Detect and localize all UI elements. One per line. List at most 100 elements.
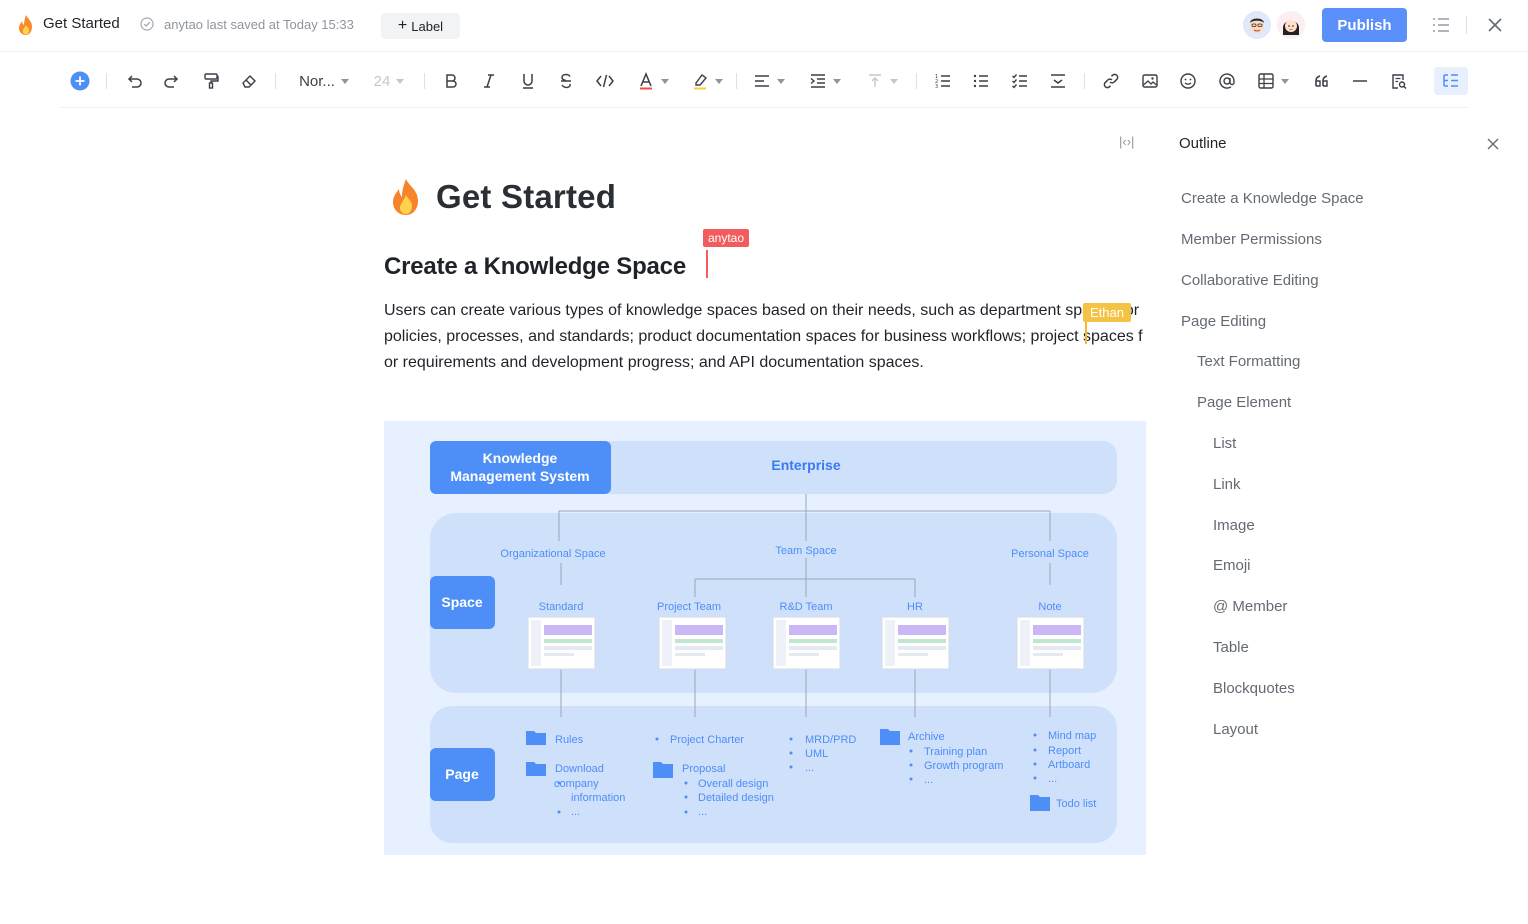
outline-item[interactable]: Text Formatting (1197, 353, 1300, 370)
avatar[interactable] (1241, 9, 1273, 41)
clear-format-button[interactable] (237, 67, 261, 95)
save-status: anytao last saved at Today 15:33 (164, 17, 354, 32)
ordered-list-button[interactable]: 123 (931, 67, 955, 95)
chevron-down-icon (340, 78, 349, 84)
outline-item[interactable]: Emoji (1213, 557, 1251, 574)
find-replace-button[interactable] (1387, 67, 1411, 95)
font-size-select[interactable]: 24 (370, 67, 408, 95)
text-color-button[interactable] (632, 67, 674, 95)
bold-button[interactable] (439, 67, 463, 95)
divider (275, 73, 276, 89)
format-painter-button[interactable] (199, 67, 223, 95)
bullet (684, 795, 688, 799)
italic-button[interactable] (477, 67, 501, 95)
indent-icon (810, 74, 825, 88)
mention-button[interactable] (1215, 67, 1239, 95)
space-thumbnail (772, 616, 841, 670)
plus-icon: + (397, 17, 408, 34)
add-label-button[interactable]: + Label (381, 13, 460, 39)
chevron-down-icon (777, 78, 785, 84)
underline-icon (523, 74, 533, 89)
outline-item[interactable]: Page Editing (1181, 313, 1266, 330)
outline-item[interactable]: @ Member (1213, 598, 1287, 615)
chevron-down-icon (833, 78, 841, 84)
space-label: Space (441, 594, 482, 610)
expand-width-icon[interactable]: |‹›| (1119, 134, 1134, 149)
font-size-value: 24 (373, 72, 391, 90)
space-name: HR (907, 601, 923, 613)
outline-item[interactable]: Layout (1213, 721, 1258, 738)
task-list-button[interactable] (1008, 67, 1032, 95)
inline-code-button[interactable] (593, 67, 617, 95)
knowledge-system-diagram[interactable]: Knowledge Management System Enterprise S… (384, 421, 1146, 855)
emoji-icon (1180, 73, 1196, 89)
space-thumbnail (881, 616, 950, 670)
line-height-button[interactable] (864, 67, 900, 95)
bullet-list-button[interactable] (969, 67, 993, 95)
blockquote-button[interactable] (1310, 67, 1334, 95)
divider-button[interactable] (1348, 67, 1372, 95)
underline-button[interactable] (516, 67, 540, 95)
outline-item[interactable]: Collaborative Editing (1181, 272, 1319, 289)
page-item: UML (805, 748, 828, 760)
bullet (909, 763, 913, 767)
outline-item[interactable]: List (1213, 435, 1236, 452)
avatar-woman-icon (1277, 11, 1305, 39)
list-menu-icon[interactable] (1431, 16, 1451, 34)
page-item: Proposal (682, 763, 725, 775)
page-item: Report (1048, 745, 1081, 757)
page-item: ... (805, 762, 814, 774)
redo-icon (164, 75, 179, 88)
emoji-button[interactable] (1176, 67, 1200, 95)
bullet (1033, 762, 1037, 766)
highlighter-icon (694, 74, 708, 90)
collaborator-cursor (1085, 322, 1087, 344)
space-type-label: Personal Space (1011, 548, 1089, 560)
table-icon (1258, 73, 1274, 89)
strikethrough-icon (561, 73, 571, 89)
collapse-block-button[interactable] (1046, 67, 1070, 95)
fire-icon (19, 15, 32, 35)
bullet (1033, 733, 1037, 737)
close-outline-icon[interactable] (1486, 137, 1500, 151)
indent-button[interactable] (806, 67, 844, 95)
document-title[interactable]: Get Started (388, 178, 616, 216)
space-thumbnail (1016, 616, 1085, 670)
section-heading[interactable]: Create a Knowledge Space (384, 253, 686, 281)
outline-item[interactable]: Image (1213, 517, 1255, 534)
outline-item[interactable]: Create a Knowledge Space (1181, 190, 1364, 207)
outline-item[interactable]: Link (1213, 476, 1241, 493)
link-icon (1103, 73, 1119, 89)
outline-item[interactable]: Member Permissions (1181, 231, 1322, 248)
add-label-text: Label (411, 18, 444, 34)
outline-title: Outline (1179, 135, 1227, 152)
paragraph-style-select[interactable]: Nor... (294, 67, 354, 95)
avatar[interactable] (1275, 9, 1307, 41)
eraser-icon (242, 75, 256, 88)
strikethrough-button[interactable] (554, 67, 578, 95)
italic-icon (484, 74, 494, 88)
divider (736, 73, 737, 89)
close-icon[interactable] (1486, 16, 1504, 34)
outline-item[interactable]: Blockquotes (1213, 680, 1295, 697)
outline-item[interactable]: Table (1213, 639, 1249, 656)
outline-item[interactable]: Page Element (1197, 394, 1291, 411)
fire-emoji-icon (393, 179, 418, 215)
publish-button[interactable]: Publish (1322, 8, 1407, 42)
image-button[interactable] (1138, 67, 1162, 95)
page-item: MRD/PRD (805, 734, 856, 746)
bullet (684, 810, 688, 814)
page-title[interactable]: Get Started (43, 15, 120, 32)
outline-toggle-button[interactable] (1434, 67, 1468, 95)
undo-button[interactable] (122, 67, 146, 95)
align-button[interactable] (750, 67, 788, 95)
table-button[interactable] (1254, 67, 1292, 95)
insert-button[interactable] (68, 67, 92, 95)
redo-button[interactable] (160, 67, 184, 95)
folder-icon (526, 762, 546, 776)
collaborator-tag: anytao (703, 229, 750, 247)
bullet (684, 781, 688, 785)
body-paragraph[interactable]: Users can create various types of knowle… (384, 298, 1146, 376)
highlight-color-button[interactable] (686, 67, 728, 95)
link-button[interactable] (1099, 67, 1123, 95)
